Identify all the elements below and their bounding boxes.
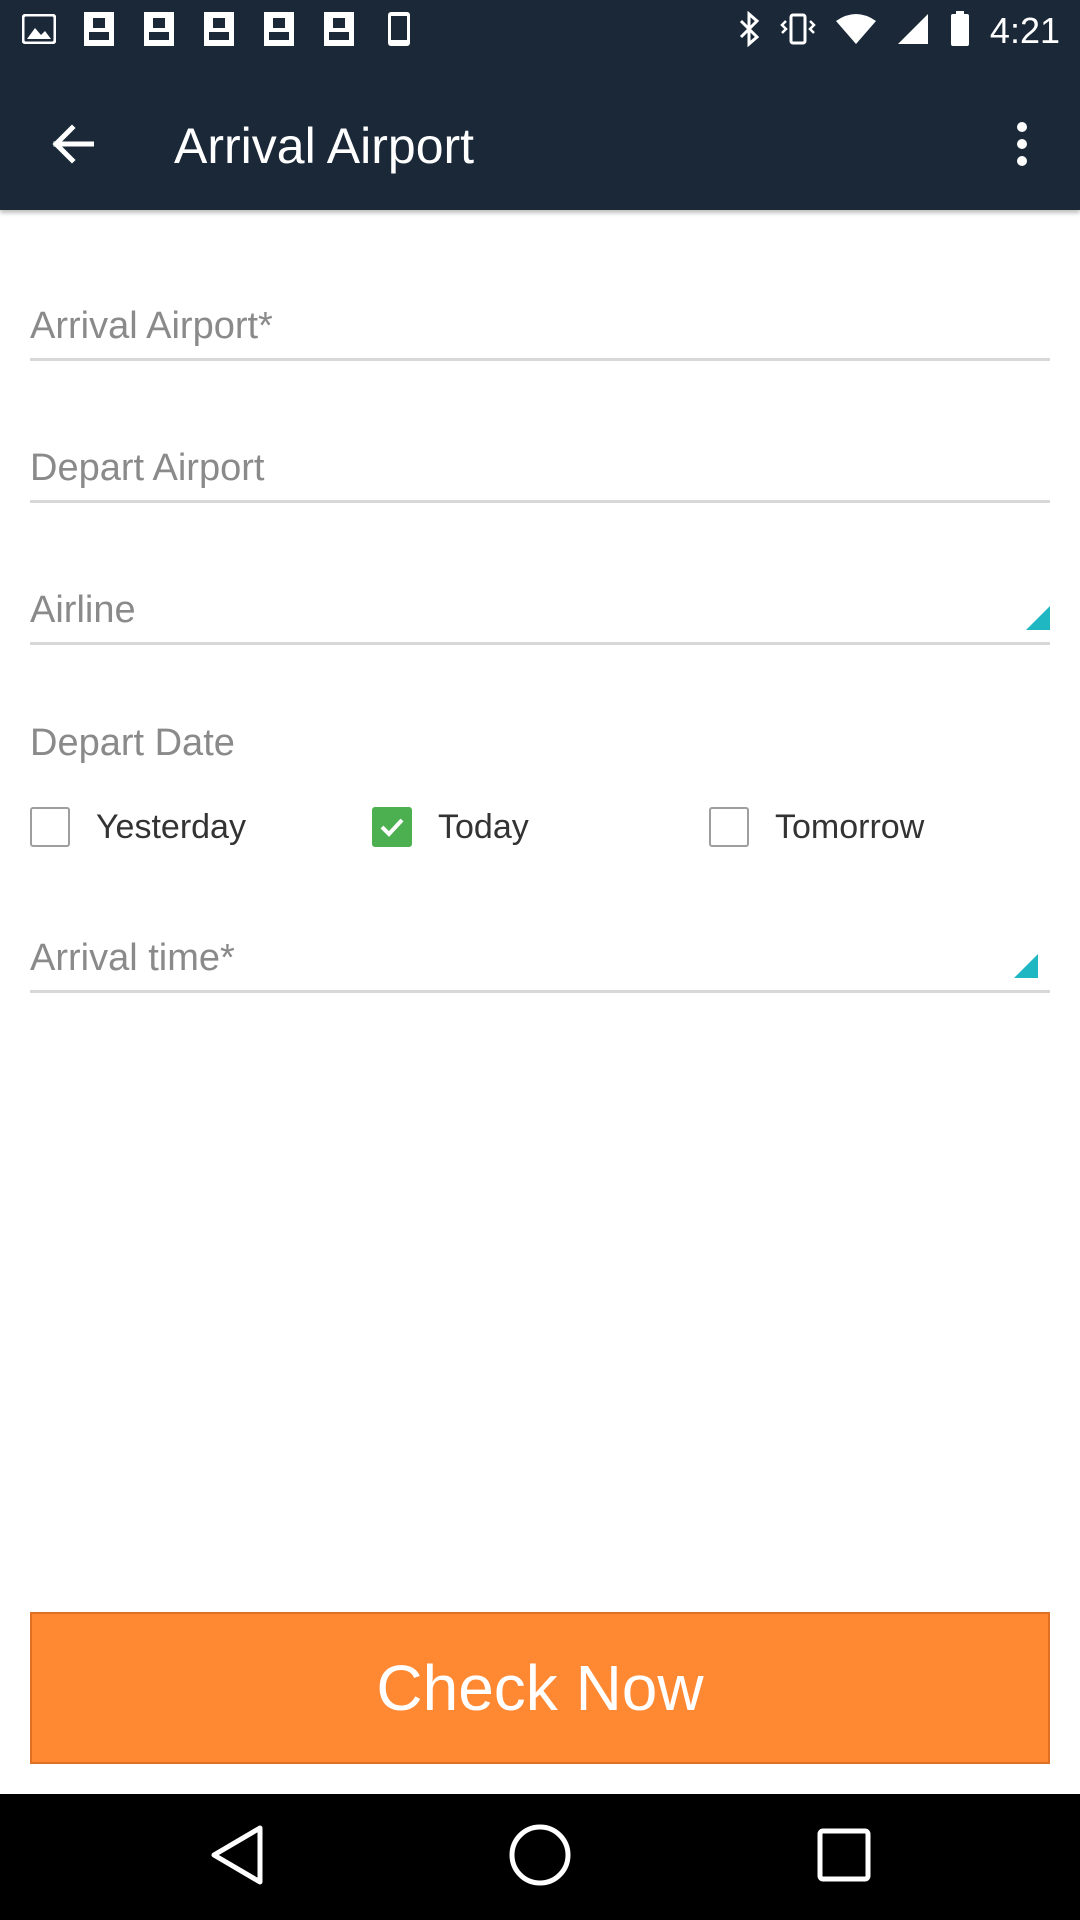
checkbox-box[interactable] [30,807,70,847]
page-title: Arrival Airport [174,118,475,174]
system-icons: 4:21 [738,8,1060,54]
check-now-button[interactable]: Check Now [30,1612,1050,1764]
arrival-airport-field[interactable]: Arrival Airport* [30,286,1050,361]
phone-icon [382,12,416,46]
screen: 4:21 Arrival Airport Arrival Airport* De… [0,0,1080,1920]
notification-icons [22,12,416,46]
arrival-time-spinner[interactable]: Arrival time* [30,918,1050,993]
nav-back-button[interactable] [203,1824,269,1890]
photo-icon [322,12,356,46]
clock: 4:21 [989,10,1060,51]
photo-icon [82,12,116,46]
vibrate-icon [780,11,816,52]
wifi-icon [835,13,876,50]
signal-icon [896,12,930,51]
battery-icon [950,10,970,52]
arrival-airport-placeholder: Arrival Airport* [30,305,273,347]
airline-placeholder: Airline [30,589,136,631]
photo-icon [142,12,176,46]
arrow-back-icon [50,122,95,171]
depart-date-label: Depart Date [30,722,235,764]
more-vert-icon [1016,121,1028,172]
navigation-bar [0,1794,1080,1920]
nav-home-icon [508,1823,572,1892]
dropdown-triangle-icon [1026,606,1050,630]
back-button[interactable] [30,104,114,188]
checkbox-box[interactable] [709,807,749,847]
depart-airport-placeholder: Depart Airport [30,447,265,489]
airline-spinner[interactable]: Airline [30,570,1050,645]
arrival-time-placeholder: Arrival time* [30,937,235,979]
photo-icon [202,12,236,46]
checkbox-yesterday[interactable]: Yesterday [30,802,246,852]
depart-airport-field[interactable]: Depart Airport [30,428,1050,503]
image-icon [22,12,56,46]
nav-recents-button[interactable] [811,1824,877,1890]
nav-recents-icon [816,1827,872,1888]
checkbox-box[interactable] [372,807,412,847]
checkbox-label: Tomorrow [775,807,925,846]
checkbox-label: Today [438,807,529,846]
nav-home-button[interactable] [507,1824,573,1890]
app-bar: Arrival Airport [0,64,1080,210]
checkmark-icon [380,818,404,837]
checkbox-today[interactable]: Today [372,802,529,852]
checkbox-tomorrow[interactable]: Tomorrow [709,802,924,852]
bluetooth-icon [738,10,760,52]
checkbox-label: Yesterday [96,807,246,846]
overflow-menu-button[interactable] [992,104,1052,188]
dropdown-triangle-icon [1014,954,1038,978]
status-bar: 4:21 [0,0,1080,64]
photo-icon [262,12,296,46]
nav-back-icon [208,1824,264,1891]
